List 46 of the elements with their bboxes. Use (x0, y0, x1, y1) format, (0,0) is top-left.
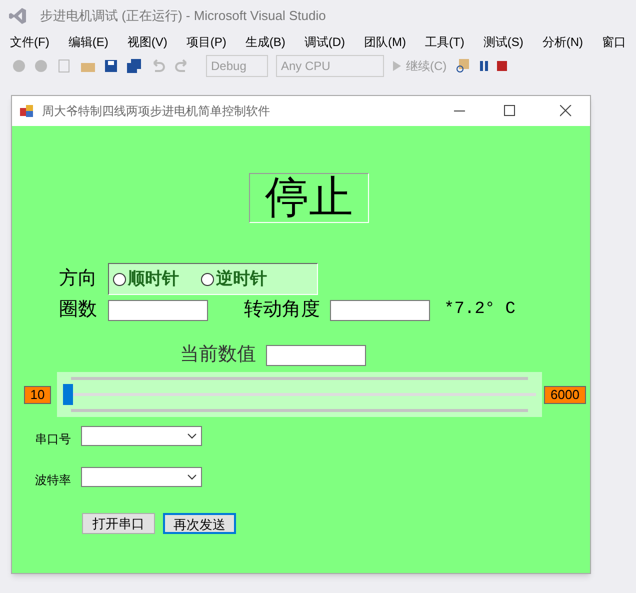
current-value-field[interactable] (266, 344, 366, 366)
find-icon[interactable] (454, 58, 471, 74)
angle-unit: *7.2° C (444, 299, 516, 322)
close-icon[interactable] (560, 105, 572, 117)
maximize-icon[interactable] (504, 105, 516, 117)
chevron-down-icon (187, 433, 197, 439)
slider-track[interactable] (63, 376, 536, 413)
turns-field[interactable] (108, 300, 208, 320)
menu-item[interactable]: 团队(M) (364, 33, 406, 51)
port-dropdown[interactable] (81, 426, 202, 446)
menu-item[interactable]: 项目(P) (186, 33, 226, 51)
logo-icon (8, 6, 28, 26)
angle-field[interactable] (330, 300, 430, 320)
app-title: 周大爷特制四线两项步进电机简单控制软件 (42, 103, 271, 120)
radio-option[interactable]: 顺时针 (113, 266, 179, 292)
baud-dropdown[interactable] (81, 467, 202, 487)
save-all-icon[interactable] (126, 59, 142, 73)
pause-icon[interactable] (478, 60, 489, 72)
menu-item[interactable]: 窗口 (602, 33, 626, 51)
menu-item[interactable]: 工具(T) (425, 33, 464, 51)
baud-label: 波特率 (35, 472, 72, 489)
action-button[interactable]: 打开串口 (82, 513, 155, 534)
menu-item[interactable]: 文件(F) (10, 33, 50, 51)
play-icon (392, 60, 402, 72)
save-icon[interactable] (104, 59, 118, 73)
max-value-label: 6000 (544, 386, 586, 404)
port-label: 串口号 (35, 431, 72, 448)
menu-item[interactable]: 调试(D) (304, 33, 345, 51)
turns-label: 圈数 (59, 298, 98, 322)
menu-item[interactable]: 生成(B) (245, 33, 286, 51)
menu-item[interactable]: 分析(N) (542, 33, 583, 51)
radio-option[interactable]: 逆时针 (201, 266, 267, 292)
direction-label: 方向 (59, 266, 98, 291)
menu-item[interactable]: 视图(V) (127, 33, 168, 51)
stop-icon[interactable] (496, 61, 507, 71)
menu-item[interactable]: 编辑(E) (68, 33, 108, 51)
app-icon (20, 104, 34, 118)
chevron-down-icon (187, 474, 197, 480)
current-value-label: 当前数值 (180, 342, 257, 367)
angle-label: 转动角度 (244, 298, 321, 322)
window-title: 步进电机调试 (正在运行) - Microsoft Visual Studio (40, 7, 326, 26)
slider-thumb[interactable] (63, 384, 73, 405)
status-label: 停止 (249, 173, 369, 223)
min-value-label: 10 (24, 386, 51, 404)
action-button[interactable]: 再次发送 (163, 513, 236, 534)
menu-item[interactable]: 测试(S) (483, 33, 524, 51)
